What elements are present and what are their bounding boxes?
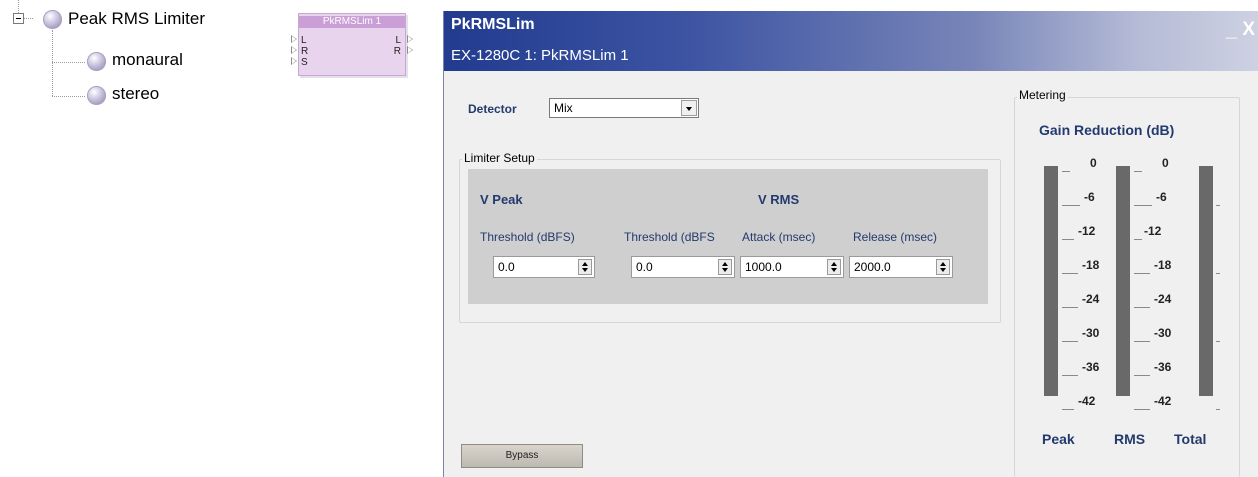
- rms-threshold-spinner[interactable]: 0.0: [631, 256, 735, 278]
- rms-meter-label: RMS: [1114, 431, 1146, 447]
- limiter-block[interactable]: PkRMSLim 1 L R S L R: [298, 13, 406, 76]
- release-spinner[interactable]: 2000.0: [849, 256, 953, 278]
- tree-item-peak-rms-limiter[interactable]: Peak RMS Limiter: [68, 9, 205, 29]
- detector-select[interactable]: Mix: [549, 98, 699, 118]
- scale-label: -12: [1078, 224, 1096, 238]
- scale-label: -12: [1144, 224, 1162, 238]
- scale-label: 0: [1090, 156, 1097, 170]
- v-peak-heading: V Peak: [480, 192, 523, 207]
- scale-tick: [1062, 239, 1074, 240]
- input-port-s[interactable]: S: [301, 58, 308, 68]
- scale-tick: [1062, 375, 1078, 376]
- input-port-r[interactable]: R: [301, 47, 308, 57]
- scale-tick: [1134, 341, 1150, 342]
- module-sphere-icon: [43, 10, 62, 29]
- release-label: Release (msec): [853, 230, 938, 244]
- metering-legend: Metering: [1017, 88, 1068, 102]
- tree-connector: [18, 0, 19, 13]
- window-titlebar[interactable]: PkRMSLim EX-1280C 1: PkRMSLim 1 _ X: [444, 11, 1258, 71]
- peak-meter: [1044, 166, 1058, 396]
- scale-tick: [1062, 171, 1070, 172]
- input-port-l[interactable]: L: [301, 36, 307, 46]
- output-port-r[interactable]: R: [394, 47, 401, 57]
- spinner-arrows-icon[interactable]: [578, 259, 592, 275]
- scale-tick: [1062, 205, 1080, 206]
- scale-label: -24: [1082, 292, 1100, 306]
- scale-tick: [1062, 307, 1078, 308]
- output-port-arrow-icon: [407, 46, 413, 54]
- module-sphere-icon: [87, 86, 106, 105]
- output-port-arrow-icon: [407, 35, 413, 43]
- scale-tick: [1062, 341, 1078, 342]
- scale-tick: [1134, 307, 1150, 308]
- scale-label: -30: [1154, 326, 1172, 340]
- chevron-down-icon[interactable]: [681, 100, 697, 116]
- scale-tick: [1134, 375, 1150, 376]
- minimize-button[interactable]: _: [1226, 19, 1237, 42]
- input-port-arrow-icon: [291, 46, 297, 54]
- scale-tick: [1062, 273, 1078, 274]
- rms-threshold-value: 0.0: [636, 260, 653, 274]
- input-port-arrow-icon: [291, 35, 297, 43]
- scale-label: -42: [1154, 394, 1172, 408]
- scale-tick: [1134, 273, 1150, 274]
- module-sphere-icon: [87, 52, 106, 71]
- detector-label: Detector: [468, 102, 517, 116]
- total-meter: [1199, 166, 1213, 396]
- close-button[interactable]: X: [1242, 19, 1255, 41]
- spinner-arrows-icon[interactable]: [936, 259, 950, 275]
- scale-tick: [1134, 205, 1152, 206]
- tree-item-monaural[interactable]: monaural: [112, 50, 183, 70]
- bypass-button[interactable]: Bypass: [461, 444, 583, 468]
- output-port-l[interactable]: L: [395, 36, 401, 46]
- scale-tick: [1216, 341, 1220, 342]
- gain-reduction-title: Gain Reduction (dB): [1039, 122, 1175, 138]
- scale-label: -18: [1082, 258, 1100, 272]
- peak-meter-label: Peak: [1042, 431, 1075, 447]
- scale-label: -36: [1082, 360, 1100, 374]
- module-tree: Peak RMS Limiter monaural stereo: [0, 0, 290, 477]
- tree-item-stereo[interactable]: stereo: [112, 84, 159, 104]
- scale-tick: [1062, 409, 1074, 410]
- scale-label: -36: [1154, 360, 1172, 374]
- rms-meter: [1116, 166, 1130, 396]
- scale-label: -6: [1084, 190, 1095, 204]
- scale-label: -24: [1154, 292, 1172, 306]
- attack-spinner[interactable]: 1000.0: [740, 256, 844, 278]
- scale-tick: [1216, 273, 1220, 274]
- window-title: PkRMSLim: [451, 16, 535, 33]
- detector-value: Mix: [554, 101, 573, 115]
- rms-threshold-label: Threshold (dBFS: [624, 230, 715, 244]
- attack-value: 1000.0: [745, 260, 782, 274]
- scale-tick: [1134, 171, 1142, 172]
- input-port-arrow-icon: [291, 57, 297, 65]
- scale-label: -6: [1156, 190, 1167, 204]
- peak-threshold-label: Threshold (dBFS): [480, 230, 575, 244]
- scale-label: 0: [1162, 156, 1169, 170]
- peak-threshold-spinner[interactable]: 0.0: [493, 256, 595, 278]
- v-rms-heading: V RMS: [758, 192, 800, 207]
- block-title: PkRMSLim 1: [299, 16, 405, 28]
- spinner-arrows-icon[interactable]: [827, 259, 841, 275]
- total-meter-label: Total: [1174, 431, 1207, 447]
- limiter-setup-legend: Limiter Setup: [462, 151, 537, 165]
- peak-threshold-value: 0.0: [498, 260, 515, 274]
- release-value: 2000.0: [854, 260, 891, 274]
- limiter-control-window: PkRMSLim EX-1280C 1: PkRMSLim 1 _ X Dete…: [443, 11, 1258, 477]
- attack-label: Attack (msec): [742, 230, 816, 244]
- window-subtitle: EX-1280C 1: PkRMSLim 1: [451, 47, 629, 64]
- scale-label: -30: [1082, 326, 1100, 340]
- spinner-arrows-icon[interactable]: [718, 259, 732, 275]
- scale-tick: [1134, 239, 1142, 240]
- tree-connector: [52, 62, 85, 63]
- scale-tick: [1216, 205, 1220, 206]
- scale-label: -42: [1078, 394, 1096, 408]
- tree-connector: [52, 30, 53, 96]
- tree-connector: [52, 96, 85, 97]
- tree-connector: [24, 18, 33, 19]
- collapse-toggle-icon[interactable]: [13, 13, 24, 24]
- scale-label: -18: [1154, 258, 1172, 272]
- scale-tick: [1134, 409, 1150, 410]
- scale-tick: [1216, 409, 1220, 410]
